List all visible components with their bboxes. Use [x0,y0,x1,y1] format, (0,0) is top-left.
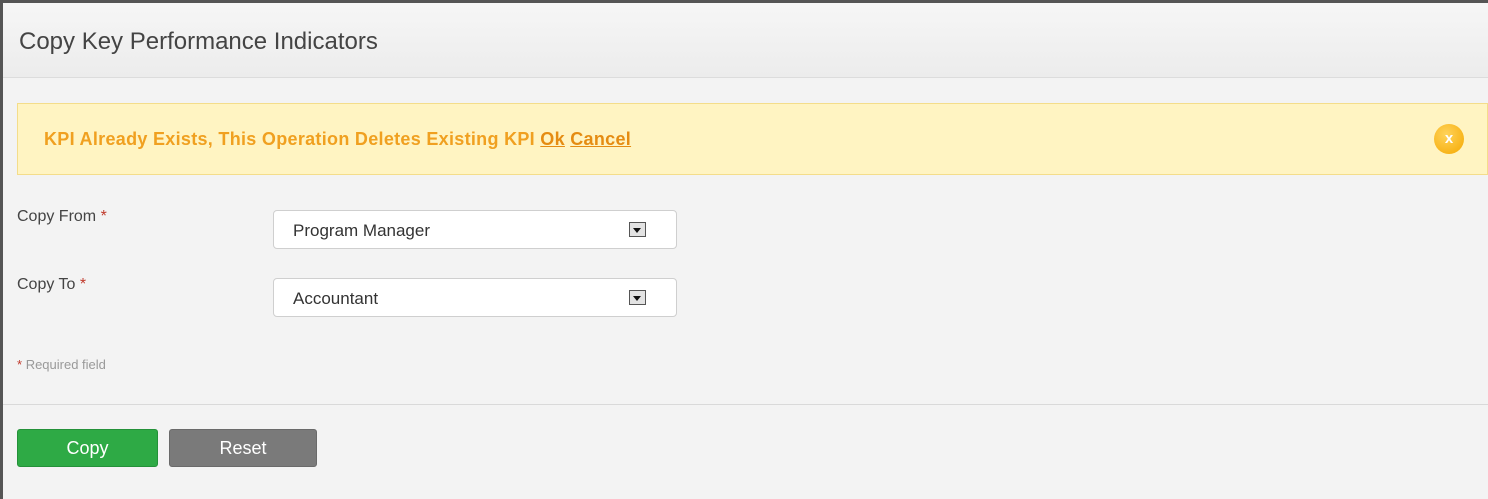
copy-from-label-text: Copy From [17,208,97,225]
alert-cancel-link[interactable]: Cancel [570,129,631,149]
copy-from-label: Copy From * [17,208,107,226]
required-asterisk: * [100,208,107,225]
copy-to-selected-value: Accountant [293,289,379,308]
copy-from-selected-value: Program Manager [293,221,431,240]
alert-message: KPI Already Exists, This Operation Delet… [44,129,535,149]
form-divider [3,404,1488,405]
copy-button[interactable]: Copy [17,429,158,467]
required-asterisk: * [17,357,23,372]
copy-to-label-text: Copy To [17,276,76,293]
chevron-down-icon[interactable] [629,290,646,305]
alert-ok-link[interactable]: Ok [540,129,565,149]
panel-header: Copy Key Performance Indicators [3,3,1488,78]
required-field-note: * Required field [17,357,106,372]
required-asterisk: * [79,276,87,293]
copy-to-select[interactable]: Accountant [273,278,677,317]
required-field-text: Required field [25,357,106,372]
close-icon[interactable]: x [1434,124,1464,154]
warning-alert: KPI Already Exists, This Operation Delet… [17,103,1488,175]
page-title: Copy Key Performance Indicators [19,28,378,55]
copy-to-label: Copy To * [17,276,86,294]
alert-message-line: KPI Already Exists, This Operation Delet… [44,129,631,150]
reset-button[interactable]: Reset [169,429,317,467]
copy-from-select[interactable]: Program Manager [273,210,677,249]
copy-kpi-panel: Copy Key Performance Indicators KPI Alre… [0,0,1488,499]
chevron-down-icon[interactable] [629,222,646,237]
